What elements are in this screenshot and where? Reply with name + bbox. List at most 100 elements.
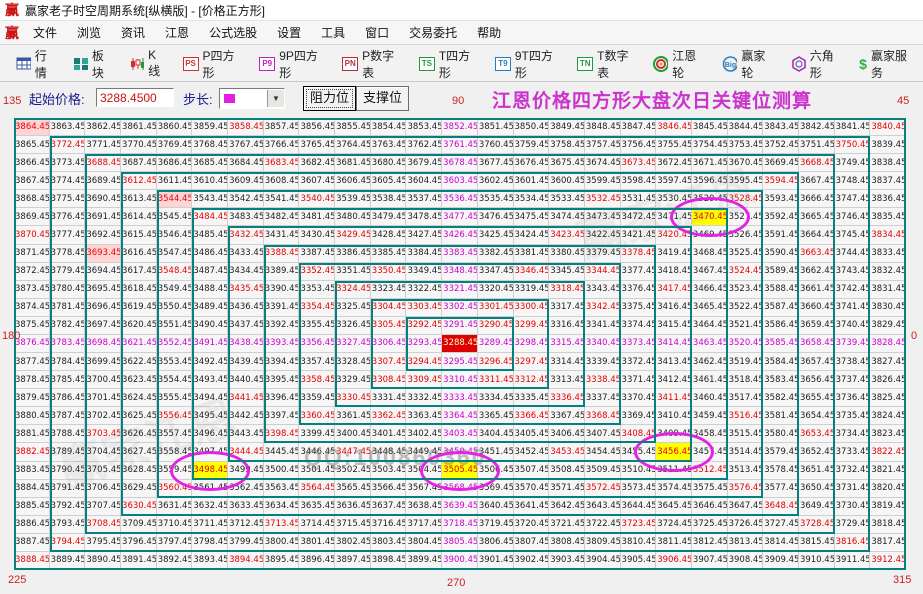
- grid-cell: 3598.45: [620, 172, 657, 191]
- toolbar-button-t-square[interactable]: TS T四方形: [411, 44, 487, 84]
- grid-cell: 3468.45: [691, 244, 728, 263]
- grid-cell: 3585.45: [763, 334, 799, 354]
- grid-cell: 3336.45: [549, 389, 585, 408]
- toolbar-button-gann-wheel[interactable]: 江恩轮: [645, 44, 713, 84]
- grid-cell: 3316.45: [549, 316, 585, 335]
- grid-cell: 3416.45: [656, 298, 692, 317]
- grid-cell: 3834.45: [870, 226, 906, 245]
- resistance-button[interactable]: 阻力位: [303, 86, 357, 111]
- menu-item-trading[interactable]: 交易委托: [399, 21, 467, 44]
- grid-cell: 3354.45: [299, 298, 336, 317]
- grid-cell: 3758.45: [549, 136, 585, 155]
- toolbar-button-t-number-table[interactable]: TN T数字表: [569, 44, 645, 84]
- support-button[interactable]: 支撑位: [356, 86, 410, 111]
- grid-cell: 3628.45: [121, 461, 157, 480]
- blocks-icon: [74, 57, 88, 70]
- grid-cell: 3709.45: [121, 515, 157, 534]
- start-price-input[interactable]: [96, 88, 174, 107]
- grid-cell: 3479.45: [370, 208, 407, 227]
- angle-label-45: 45: [897, 95, 910, 107]
- toolbar-button-quotes[interactable]: 行情: [8, 44, 65, 84]
- grid-cell: 3716.45: [370, 515, 407, 534]
- grid-cell: 3298.45: [513, 334, 550, 354]
- toolbar-button-kline[interactable]: K线: [122, 45, 174, 82]
- menu-item-formula-stockpick[interactable]: 公式选股: [199, 21, 267, 44]
- grid-cell: 3732.45: [834, 461, 871, 480]
- grid-cell: 3373.45: [620, 334, 657, 354]
- grid-cell: 3904.45: [584, 551, 621, 570]
- grid-cell: 3471.45: [656, 208, 692, 227]
- grid-cell: 3650.45: [798, 479, 835, 498]
- grid-cell: 3693.45: [85, 244, 122, 263]
- step-dropdown[interactable]: ▼: [219, 88, 285, 109]
- menu-item-file[interactable]: 文件: [23, 21, 67, 44]
- grid-cell: 3439.45: [228, 353, 264, 372]
- grid-cell: 3412.45: [656, 371, 692, 390]
- grid-cell: 3372.45: [620, 353, 657, 372]
- grid-cell: 3900.45: [442, 551, 478, 570]
- grid-cell: 3536.45: [442, 190, 478, 209]
- toolbar-button-sectors[interactable]: 板块: [65, 44, 122, 84]
- menu-item-window[interactable]: 窗口: [355, 21, 399, 44]
- grid-cell: 3299.45: [513, 316, 550, 335]
- grid-cell: 3597.45: [656, 172, 692, 191]
- menu-item-tools[interactable]: 工具: [311, 21, 355, 44]
- toolbar-button-winner-wheel[interactable]: Big 赢家轮: [714, 44, 783, 84]
- toolbar-button-9p-square[interactable]: P9 9P四方形: [251, 44, 334, 84]
- menu-item-browse[interactable]: 浏览: [67, 21, 111, 44]
- grid-cell: 3825.45: [870, 389, 906, 408]
- toolbar-button-9t-square[interactable]: T9 9T四方形: [487, 44, 569, 84]
- step-color-swatch: [224, 94, 235, 103]
- grid-cell: 3829.45: [870, 316, 906, 335]
- key-level-cell: 3498.45: [192, 461, 229, 480]
- grid-cell: 3617.45: [121, 262, 157, 281]
- grid-cell: 3910.45: [798, 551, 835, 570]
- grid-cell: 3889.45: [49, 551, 86, 570]
- grid-cell: 3314.45: [549, 353, 585, 372]
- grid-cell: 3885.45: [14, 497, 50, 516]
- menu-item-help[interactable]: 帮助: [467, 21, 511, 44]
- grid-cell: 3667.45: [798, 172, 835, 191]
- grid-cell: 3765.45: [299, 136, 336, 155]
- toolbar-button-winner-service[interactable]: $ 赢家服务: [851, 44, 923, 84]
- chevron-down-icon[interactable]: ▼: [267, 90, 284, 107]
- grid-cell: 3382.45: [477, 244, 514, 263]
- grid-cell: 3762.45: [406, 136, 443, 155]
- toolbar-button-p-square[interactable]: PS P四方形: [175, 44, 252, 84]
- grid-cell: 3610.45: [192, 172, 229, 191]
- toolbar-button-hexagon[interactable]: 六角形: [783, 44, 851, 84]
- grid-cell: 3651.45: [798, 461, 835, 480]
- menu-item-settings[interactable]: 设置: [267, 21, 311, 44]
- grid-cell: 3820.45: [870, 479, 906, 498]
- grid-cell: 3857.45: [263, 118, 300, 137]
- grid-cell: 3547.45: [156, 244, 193, 263]
- grid-cell: 3440.45: [228, 371, 264, 390]
- grid-cell: 3751.45: [798, 136, 835, 155]
- grid-cell: 3351.45: [335, 262, 371, 281]
- grid-cell: 3297.45: [513, 353, 550, 372]
- grid-cell: 3703.45: [85, 425, 122, 444]
- grid-cell: 3535.45: [477, 190, 514, 209]
- menu-item-gann[interactable]: 江恩: [155, 21, 199, 44]
- grid-cell: 3472.45: [620, 208, 657, 227]
- grid-cell: 3550.45: [156, 298, 193, 317]
- grid-cell: 3345.45: [549, 262, 585, 281]
- toolbar-label: T数字表: [597, 48, 629, 80]
- grid-cell: 3350.45: [370, 262, 407, 281]
- grid-cell: 3534.45: [513, 190, 550, 209]
- grid-cell: 3557.45: [156, 425, 193, 444]
- grid-cell: 3565.45: [335, 479, 371, 498]
- quote-grid-icon: [16, 57, 31, 70]
- grid-cell: 3720.45: [513, 515, 550, 534]
- grid-cell: 3724.45: [656, 515, 692, 534]
- grid-cell: 3579.45: [763, 443, 799, 462]
- toolbar-button-p-number-table[interactable]: PN P数字表: [334, 44, 411, 84]
- step-label: 步长:: [183, 92, 213, 107]
- grid-cell: 3819.45: [870, 497, 906, 516]
- grid-cell: 3850.45: [513, 118, 550, 137]
- toolbar: 行情 板块 K线 PS P四方形 P9 9P四方形 PN P数字表 TS T四方…: [0, 46, 923, 82]
- menu-item-news[interactable]: 资讯: [111, 21, 155, 44]
- grid-cell: 3433.45: [228, 244, 264, 263]
- grid-cell: 3448.45: [370, 443, 407, 462]
- grid-cell: 3743.45: [834, 262, 871, 281]
